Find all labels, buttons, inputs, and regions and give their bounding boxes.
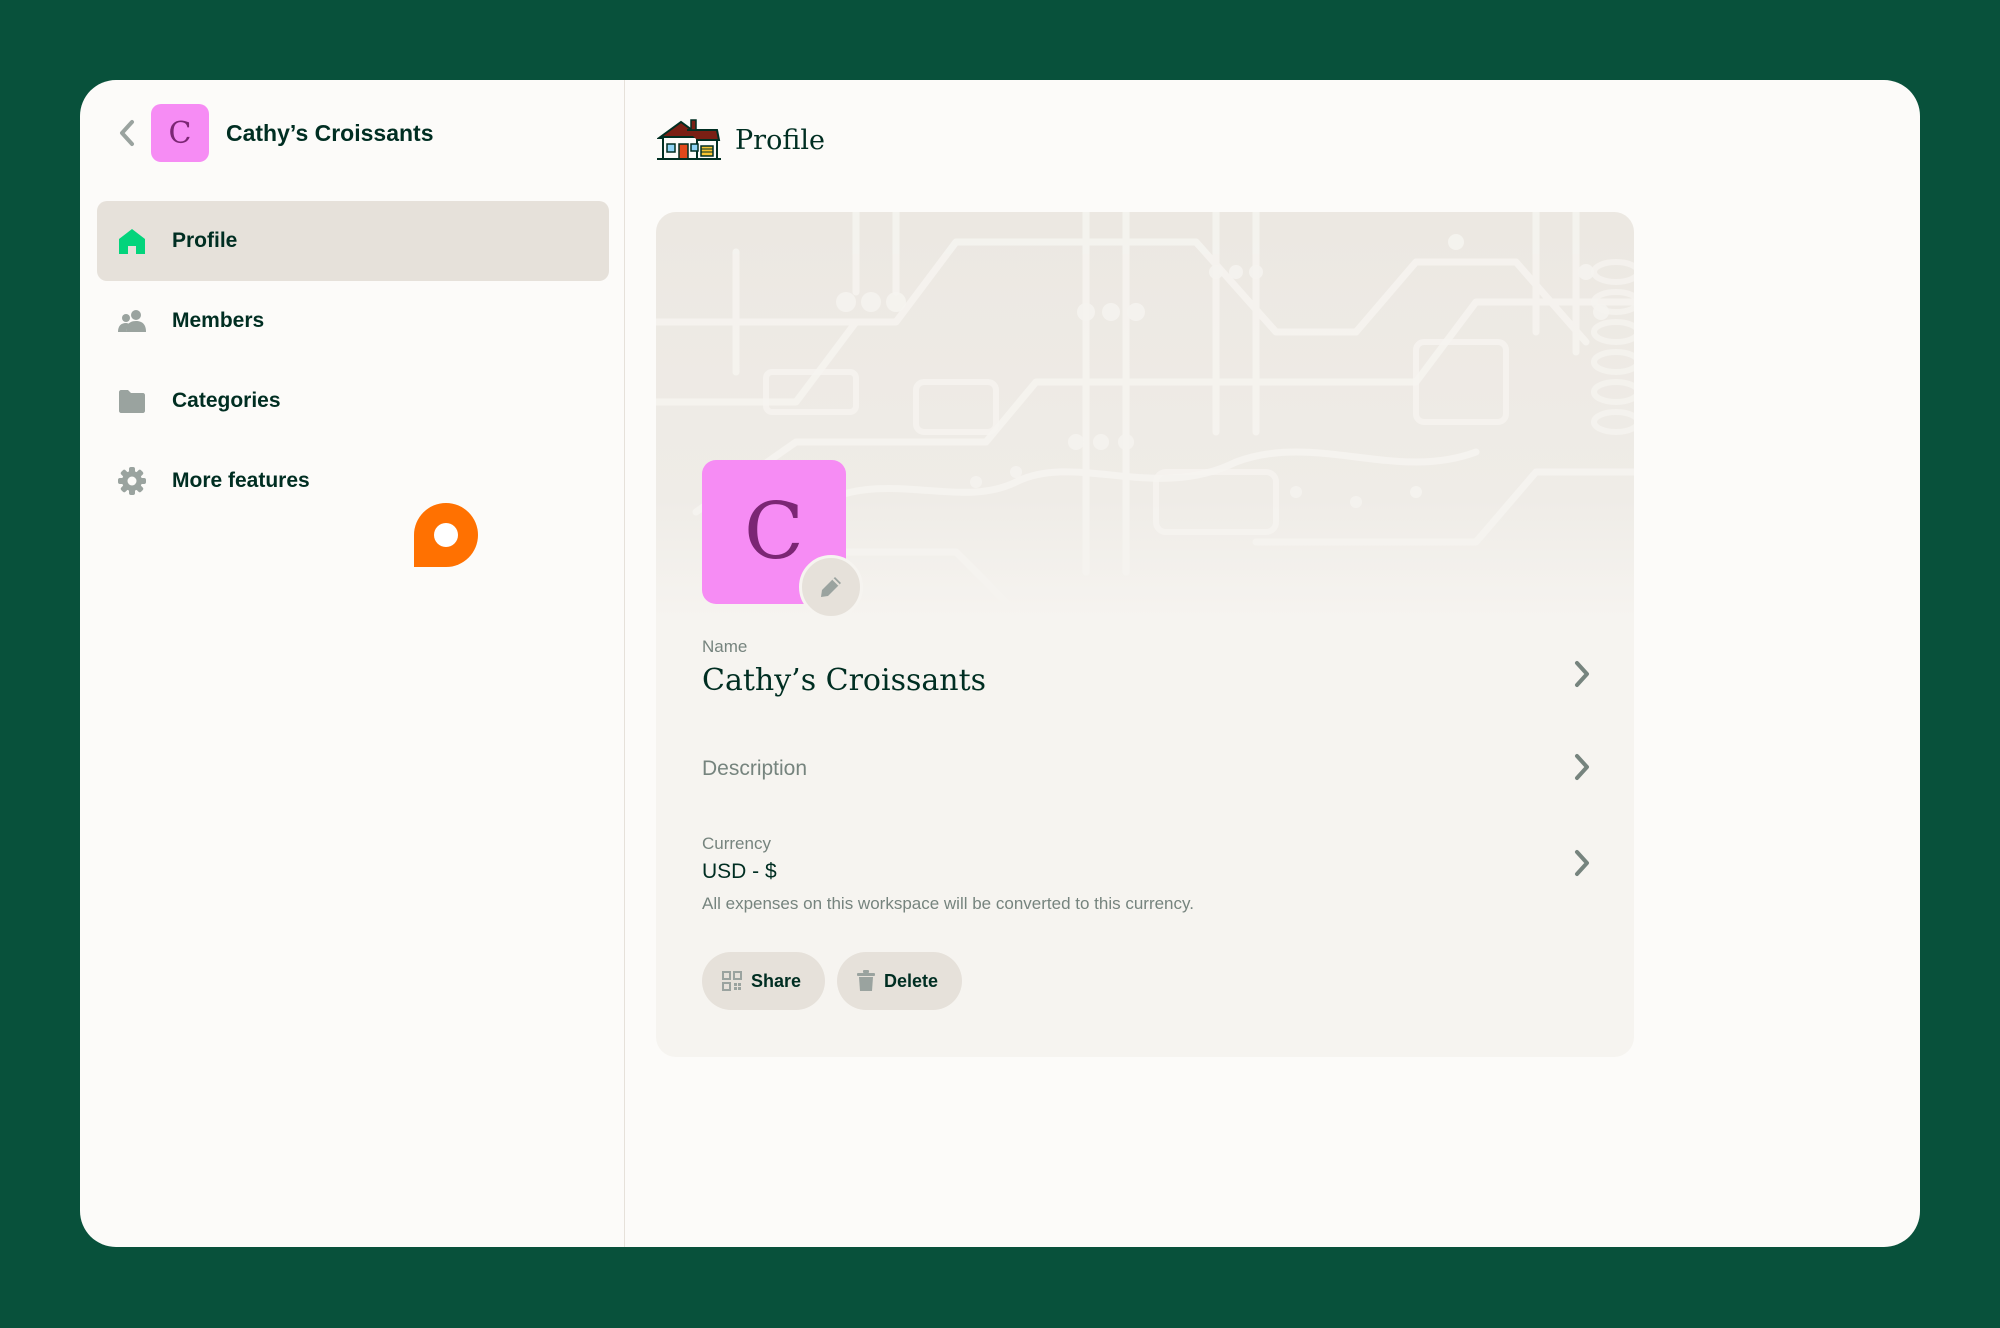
gear-icon xyxy=(117,466,147,496)
sidebar-item-more-features[interactable]: More features xyxy=(97,441,609,521)
workspace-header: C Cathy’s Croissants xyxy=(110,104,434,162)
share-button[interactable]: Share xyxy=(702,952,826,1010)
sidebar-item-label: Profile xyxy=(172,229,238,252)
sidebar-item-label: Members xyxy=(172,309,265,332)
sidebar: C Cathy’s Croissants Profile Members Cat… xyxy=(80,80,625,1247)
edit-avatar-button[interactable] xyxy=(799,555,863,619)
currency-label: Currency xyxy=(702,834,771,853)
currency-value: USD - $ xyxy=(702,860,777,883)
workspace-name: Cathy’s Croissants xyxy=(226,119,434,146)
qr-code-icon xyxy=(722,971,742,991)
page-title: Profile xyxy=(735,124,825,156)
chevron-right-icon xyxy=(1575,850,1589,876)
main-content: Profile C Name Cathy’s Croissants Descri… xyxy=(625,80,1920,1247)
pencil-icon xyxy=(821,577,841,597)
delete-label: Delete xyxy=(884,970,939,991)
fab-dot xyxy=(434,523,458,547)
sidebar-item-label: Categories xyxy=(172,389,281,412)
trash-icon xyxy=(857,970,876,992)
currency-hint: All expenses on this workspace will be c… xyxy=(702,894,1194,913)
app-window: C Cathy’s Croissants Profile Members Cat… xyxy=(80,80,1920,1247)
currency-row[interactable]: Currency USD - $ All expenses on this wo… xyxy=(702,834,1592,929)
delete-button[interactable]: Delete xyxy=(837,952,963,1010)
sidebar-item-profile[interactable]: Profile xyxy=(97,201,609,281)
sidebar-nav: Profile Members Categories More features xyxy=(97,201,609,521)
house-illustration-icon xyxy=(657,119,721,160)
chevron-right-icon xyxy=(1575,754,1589,780)
name-row[interactable]: Name Cathy’s Croissants xyxy=(702,637,1592,707)
profile-card: C Name Cathy’s Croissants Description Cu… xyxy=(656,212,1634,1057)
share-label: Share xyxy=(751,970,802,991)
home-icon xyxy=(117,226,147,256)
name-label: Name xyxy=(702,637,748,656)
description-row[interactable]: Description xyxy=(702,754,1592,797)
back-button[interactable] xyxy=(110,104,144,162)
workspace-avatar: C xyxy=(151,104,209,162)
description-placeholder: Description xyxy=(702,757,808,780)
page-header: Profile xyxy=(657,115,825,165)
chevron-left-icon xyxy=(120,120,134,146)
sidebar-item-categories[interactable]: Categories xyxy=(97,361,609,441)
floating-action-button[interactable] xyxy=(414,503,478,567)
folder-icon xyxy=(117,386,147,416)
sidebar-item-members[interactable]: Members xyxy=(97,281,609,361)
name-value: Cathy’s Croissants xyxy=(702,663,987,698)
users-icon xyxy=(117,306,147,336)
chevron-right-icon xyxy=(1575,661,1589,687)
sidebar-item-label: More features xyxy=(172,469,310,492)
action-buttons: Share Delete xyxy=(702,952,963,1010)
